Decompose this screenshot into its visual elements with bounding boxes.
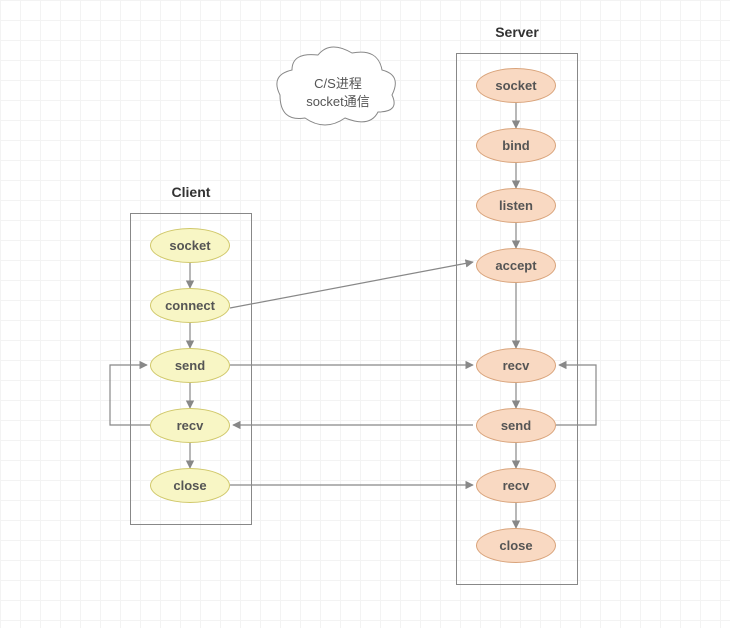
server-node-listen-label: listen	[499, 198, 533, 213]
client-node-recv-label: recv	[177, 418, 204, 433]
server-node-send-label: send	[501, 418, 531, 433]
cloud-line1: C/S进程	[278, 75, 398, 93]
server-node-listen: listen	[476, 188, 556, 223]
client-node-recv: recv	[150, 408, 230, 443]
client-node-connect: connect	[150, 288, 230, 323]
server-node-close-label: close	[499, 538, 532, 553]
server-node-recv2: recv	[476, 468, 556, 503]
client-node-connect-label: connect	[165, 298, 215, 313]
client-node-socket: socket	[150, 228, 230, 263]
server-node-bind-label: bind	[502, 138, 529, 153]
client-node-close-label: close	[173, 478, 206, 493]
server-node-close: close	[476, 528, 556, 563]
cloud-label: C/S进程 socket通信	[278, 75, 398, 111]
server-node-bind: bind	[476, 128, 556, 163]
server-node-accept-label: accept	[495, 258, 536, 273]
server-node-recv: recv	[476, 348, 556, 383]
server-node-socket-label: socket	[495, 78, 536, 93]
server-node-recv-label: recv	[503, 358, 530, 373]
client-node-socket-label: socket	[169, 238, 210, 253]
server-node-recv2-label: recv	[503, 478, 530, 493]
server-node-accept: accept	[476, 248, 556, 283]
server-title: Server	[457, 24, 577, 40]
cloud-line2: socket通信	[278, 93, 398, 111]
server-node-send: send	[476, 408, 556, 443]
client-node-send-label: send	[175, 358, 205, 373]
client-node-close: close	[150, 468, 230, 503]
client-title: Client	[131, 184, 251, 200]
server-node-socket: socket	[476, 68, 556, 103]
client-node-send: send	[150, 348, 230, 383]
diagram-canvas: { "title_client": "Client", "title_serve…	[0, 0, 730, 628]
arrow-connect-to-accept	[230, 262, 473, 308]
